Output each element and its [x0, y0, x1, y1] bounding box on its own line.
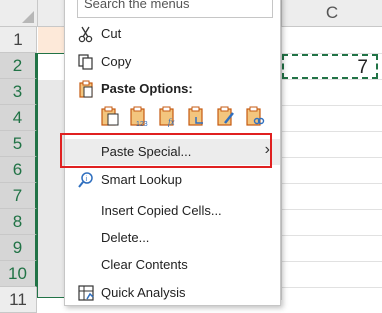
paste-link-icon[interactable]: [244, 105, 266, 127]
quick-analysis-icon: [77, 284, 95, 302]
row-header-2[interactable]: 2: [0, 53, 37, 79]
svg-text:123: 123: [136, 121, 148, 127]
magnifier-icon: i: [77, 171, 95, 189]
menu-search-box[interactable]: Search the menus: [77, 0, 273, 18]
paste-formulas-icon[interactable]: fx: [157, 105, 179, 127]
select-all-corner[interactable]: [0, 0, 38, 27]
row-header-10[interactable]: 10: [0, 261, 37, 287]
paste-icon[interactable]: [99, 105, 121, 127]
row-header-1[interactable]: 1: [0, 27, 37, 53]
row-header-7[interactable]: 7: [0, 183, 37, 209]
column-c-label: C: [325, 3, 339, 22]
menu-item-copy[interactable]: Copy: [65, 49, 280, 75]
menu-item-clear-contents-label: Clear Contents: [101, 257, 188, 272]
menu-item-delete[interactable]: Delete...: [65, 225, 280, 251]
column-header-c[interactable]: C: [282, 0, 382, 27]
copied-cell-value: 7: [357, 57, 368, 78]
menu-item-cut[interactable]: Cut: [65, 21, 280, 47]
svg-text:fx: fx: [168, 117, 175, 127]
copied-cell-c2[interactable]: 7: [282, 54, 378, 79]
paste-formatting-icon[interactable]: [215, 105, 237, 127]
clipboard-icon: [77, 80, 95, 98]
row-header-6[interactable]: 6: [0, 157, 37, 183]
menu-item-quick-analysis-label: Quick Analysis: [101, 285, 186, 300]
menu-item-insert-copied-cells[interactable]: Insert Copied Cells...: [65, 198, 280, 224]
paste-options-row: 123 fx: [99, 105, 274, 131]
menu-item-insert-copied-cells-label: Insert Copied Cells...: [101, 203, 222, 218]
row-header-3[interactable]: 3: [0, 79, 37, 105]
paste-options-header: Paste Options:: [65, 76, 280, 102]
row-header-9[interactable]: 9: [0, 235, 37, 261]
scissors-icon: [77, 25, 95, 43]
menu-item-copy-label: Copy: [101, 54, 132, 69]
paste-special-highlight-box: [60, 133, 272, 168]
row-header-4[interactable]: 4: [0, 105, 37, 131]
row-header-8[interactable]: 8: [0, 209, 37, 235]
row-header-11[interactable]: 11: [0, 287, 37, 313]
menu-item-clear-contents[interactable]: Clear Contents: [65, 252, 280, 278]
paste-values-icon[interactable]: 123: [128, 105, 150, 128]
menu-item-delete-label: Delete...: [101, 230, 150, 245]
menu-item-smart-lookup-label: Smart Lookup: [101, 172, 182, 187]
copy-icon: [77, 53, 95, 71]
menu-item-quick-analysis[interactable]: Quick Analysis: [65, 280, 280, 306]
menu-item-cut-label: Cut: [101, 26, 122, 41]
paste-options-title: Paste Options:: [101, 81, 193, 96]
row-header-5[interactable]: 5: [0, 131, 37, 157]
paste-transpose-icon[interactable]: [186, 105, 208, 127]
menu-item-smart-lookup[interactable]: i Smart Lookup: [65, 167, 280, 193]
menu-search-placeholder: Search the menus: [84, 0, 190, 11]
svg-text:i: i: [86, 176, 88, 183]
